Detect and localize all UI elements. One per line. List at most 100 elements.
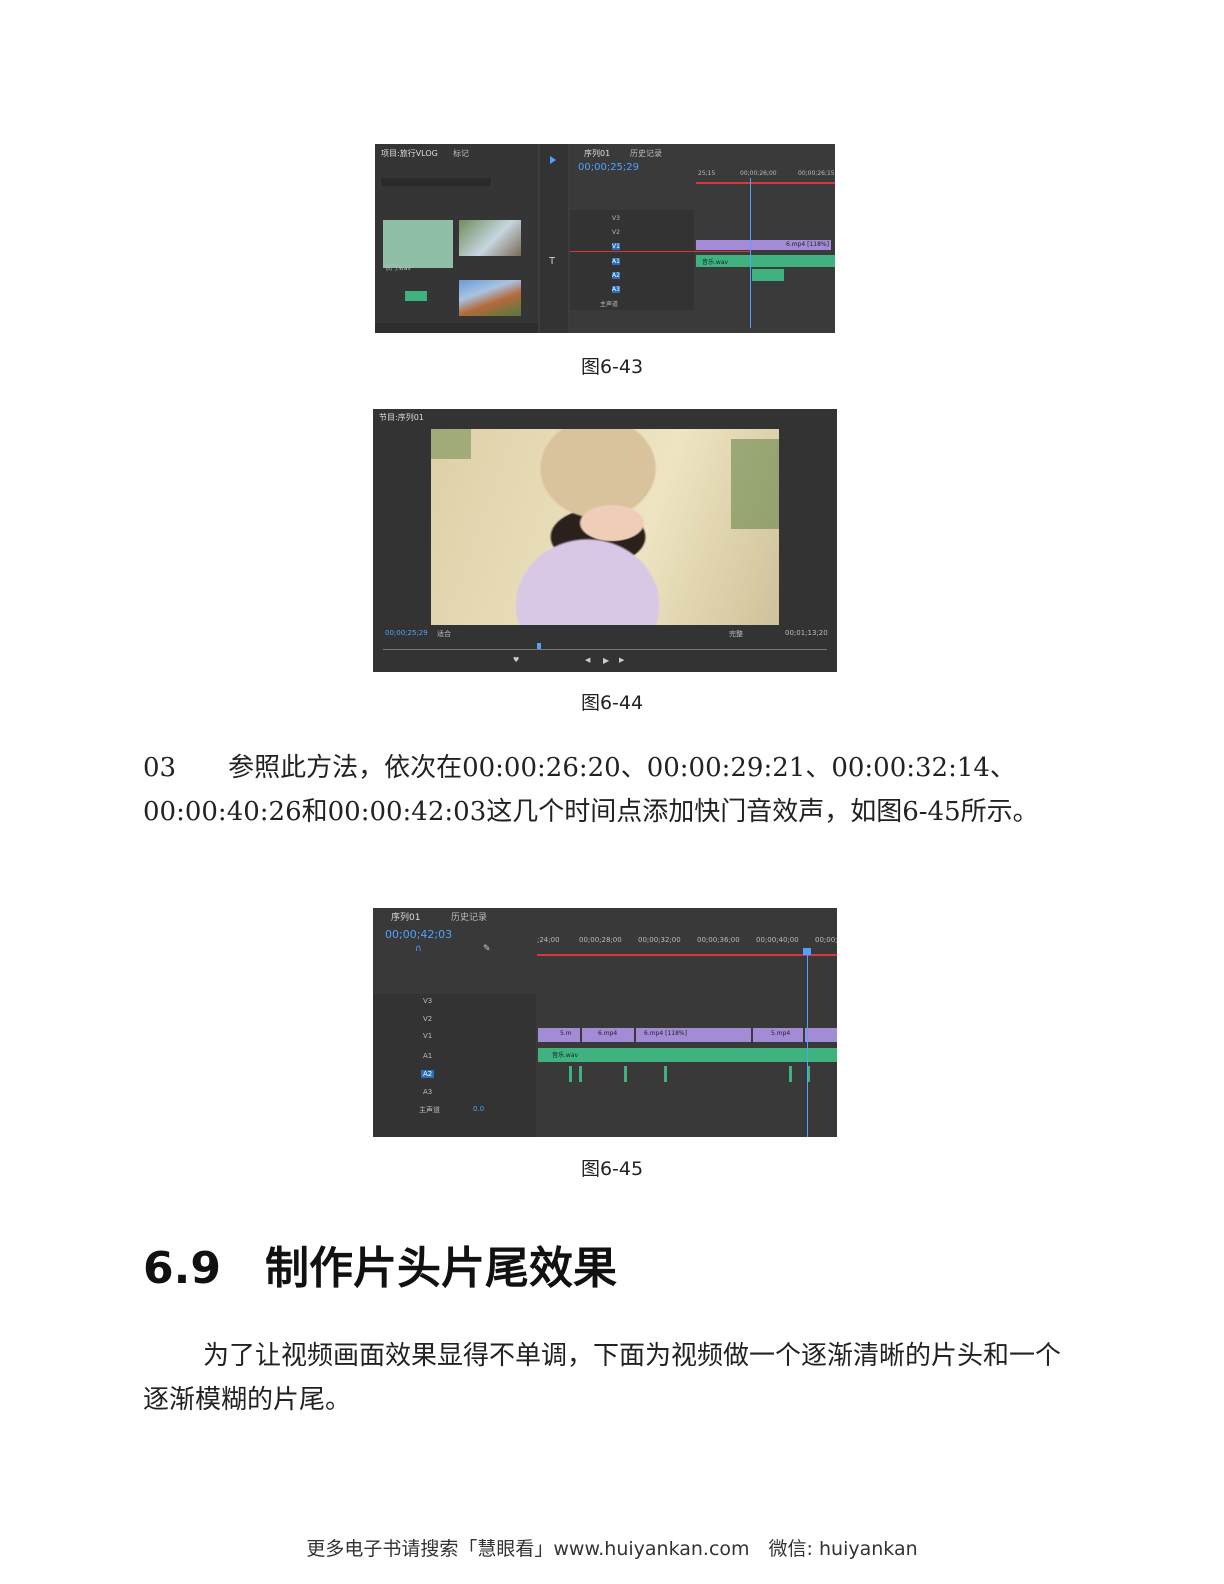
- track-label-v2[interactable]: V2: [423, 1015, 432, 1023]
- ruler-label: ;24;00: [537, 936, 560, 944]
- track-label-a3[interactable]: A3: [612, 286, 620, 293]
- playhead[interactable]: [807, 948, 808, 1137]
- ruler-label: 00;00;28;00: [579, 936, 622, 944]
- playhead-handle[interactable]: [803, 948, 811, 955]
- settings-wrench-icon[interactable]: ✎: [483, 944, 491, 954]
- program-monitor-tab[interactable]: 节目:序列01: [379, 412, 424, 423]
- video-clip[interactable]: [805, 1028, 837, 1042]
- track-headers: V3 V2 V1 A1 A2 A3 主声道 0.0: [373, 994, 536, 1137]
- track-label-v1[interactable]: V1: [612, 243, 620, 250]
- selection-tool-icon[interactable]: [550, 156, 556, 164]
- master-track-label: 主声道: [419, 1106, 440, 1114]
- master-track-value[interactable]: 0.0: [473, 1105, 484, 1113]
- program-duration-timecode: 00;01;13;20: [785, 629, 828, 637]
- quality-dropdown[interactable]: 完整: [729, 629, 743, 639]
- track-label-a2[interactable]: A2: [612, 272, 620, 279]
- track-label-a2[interactable]: A2: [421, 1070, 435, 1078]
- bin-item-waveform[interactable]: [405, 291, 427, 301]
- type-tool-icon[interactable]: T: [549, 256, 555, 267]
- body-paragraph: 为了让视频画面效果显得不单调，下面为视频做一个逐渐清晰的片头和一个逐渐模糊的片尾…: [143, 1341, 1062, 1415]
- step-back-icon[interactable]: ◀: [585, 656, 590, 664]
- bin-item-photo-1[interactable]: [459, 220, 521, 256]
- figure-caption: 图6-43: [580, 356, 644, 378]
- add-marker-icon[interactable]: ♥: [513, 656, 519, 664]
- track-headers: V3 V2 V1 A1 A2 A3 主声道: [570, 210, 694, 310]
- video-clip-label: 5.mp4: [771, 1030, 791, 1037]
- figure-6-43: 项目:旅行VLOG 标记 快门.wav T 序列01 历史记录 00;00;25…: [375, 144, 835, 333]
- video-clip[interactable]: 6.mp4: [582, 1028, 634, 1042]
- timeline-tool-row: ∩ ✎: [385, 944, 495, 954]
- history-tab[interactable]: 历史记录: [451, 910, 487, 923]
- audio-clip-label: 音乐.wav: [552, 1052, 579, 1059]
- program-current-timecode[interactable]: 00;00;25;29: [385, 629, 428, 637]
- shutter-clip[interactable]: [752, 269, 784, 281]
- ruler-label: 00;00;32;00: [638, 936, 681, 944]
- shutter-clip[interactable]: [789, 1066, 792, 1082]
- ruler-label: 00;00;26;00: [740, 170, 777, 177]
- video-clip[interactable]: 5.mp4: [753, 1028, 803, 1042]
- program-playhead[interactable]: [537, 643, 541, 649]
- track-label-v1[interactable]: V1: [423, 1032, 432, 1040]
- step-paragraph: 03 参照此方法，依次在00:00:26:20、00:00:29:21、00:0…: [143, 753, 1039, 827]
- master-track-label: 主声道: [600, 301, 619, 308]
- project-panel: 项目:旅行VLOG 标记 快门.wav: [375, 144, 538, 333]
- track-label-v3[interactable]: V3: [423, 997, 432, 1005]
- audio-clip[interactable]: 音乐.wav: [696, 255, 835, 267]
- time-ruler-bar[interactable]: [537, 954, 837, 956]
- track-label-a3[interactable]: A3: [423, 1088, 432, 1096]
- track-label-v3[interactable]: V3: [612, 215, 620, 222]
- ruler-label: 00;00;40;00: [756, 936, 799, 944]
- tools-panel: T: [540, 144, 568, 333]
- shutter-clip[interactable]: [664, 1066, 667, 1082]
- shutter-clip[interactable]: [624, 1066, 627, 1082]
- program-scrubber[interactable]: [383, 649, 827, 650]
- project-toolbar: [375, 323, 538, 333]
- track-label-a1[interactable]: A1: [423, 1052, 432, 1060]
- timeline-panel: 序列01 历史记录 00;00;25;29 25;15 00;00;26;00 …: [570, 144, 835, 333]
- shutter-clip[interactable]: [579, 1066, 582, 1082]
- shutter-clip[interactable]: [569, 1066, 572, 1082]
- sequence-tab[interactable]: 序列01: [391, 910, 420, 923]
- page-footer: 更多电子书请搜索「慧眼看」www.huiyankan.com 微信: huiya…: [306, 1538, 918, 1560]
- figure-caption: 图6-44: [580, 692, 644, 714]
- ruler-label: 25;15: [698, 170, 716, 177]
- audio-clip-label: 音乐.wav: [702, 259, 729, 266]
- video-clip-label: 5.m: [560, 1030, 572, 1037]
- history-tab[interactable]: 历史记录: [630, 148, 662, 159]
- time-ruler-bar[interactable]: [696, 182, 835, 184]
- project-search-input[interactable]: [381, 178, 491, 186]
- program-preview-image: [431, 429, 779, 625]
- sequence-tab[interactable]: 序列01: [584, 148, 610, 159]
- track-label-v2[interactable]: V2: [612, 229, 620, 236]
- section-heading: 6.9 制作片头片尾效果: [143, 1243, 617, 1294]
- fit-dropdown[interactable]: 适合: [437, 629, 451, 639]
- ruler-label: 00;00;26;15: [798, 170, 835, 177]
- foliage-right: [731, 439, 779, 529]
- timeline-timecode[interactable]: 00;00;42;03: [385, 928, 452, 941]
- track-label-a1[interactable]: A1: [612, 258, 620, 265]
- audio-clip[interactable]: 音乐.wav: [538, 1048, 837, 1062]
- drag-pointer-line: [570, 251, 750, 252]
- play-button-icon[interactable]: ▶: [603, 656, 609, 665]
- foliage-left: [431, 429, 471, 459]
- project-tab[interactable]: 项目:旅行VLOG: [381, 148, 438, 159]
- video-clip[interactable]: 6.mp4 [118%]: [696, 240, 831, 250]
- ruler-label: 00;00;36;00: [697, 936, 740, 944]
- bin-item-audio[interactable]: [383, 220, 453, 268]
- video-clip-label: 6.mp4 [118%]: [644, 1030, 687, 1037]
- playhead[interactable]: [750, 178, 751, 328]
- video-clip[interactable]: 6.mp4 [118%]: [636, 1028, 751, 1042]
- bin-item-label: 快门.wav: [385, 265, 412, 272]
- figure-6-44: 节目:序列01 00;00;25;29 适合 完整 00;01;13;20 ▶ …: [373, 409, 837, 672]
- figure-caption: 图6-45: [580, 1158, 644, 1180]
- transport-controls: ▶ ◀ ▶ ♥: [513, 656, 723, 666]
- figure-6-45: 序列01 历史记录 00;00;42;03 ∩ ✎ ;24;00 00;00;2…: [373, 908, 837, 1137]
- marker-tab[interactable]: 标记: [453, 148, 469, 159]
- timeline-timecode[interactable]: 00;00;25;29: [578, 162, 639, 173]
- step-forward-icon[interactable]: ▶: [619, 656, 624, 664]
- video-clip[interactable]: 5.m: [538, 1028, 580, 1042]
- ruler-label: 00;00;: [815, 936, 837, 944]
- snap-icon[interactable]: ∩: [415, 944, 422, 954]
- video-clip-label: 6.mp4: [598, 1030, 618, 1037]
- bin-item-photo-2[interactable]: [459, 280, 521, 316]
